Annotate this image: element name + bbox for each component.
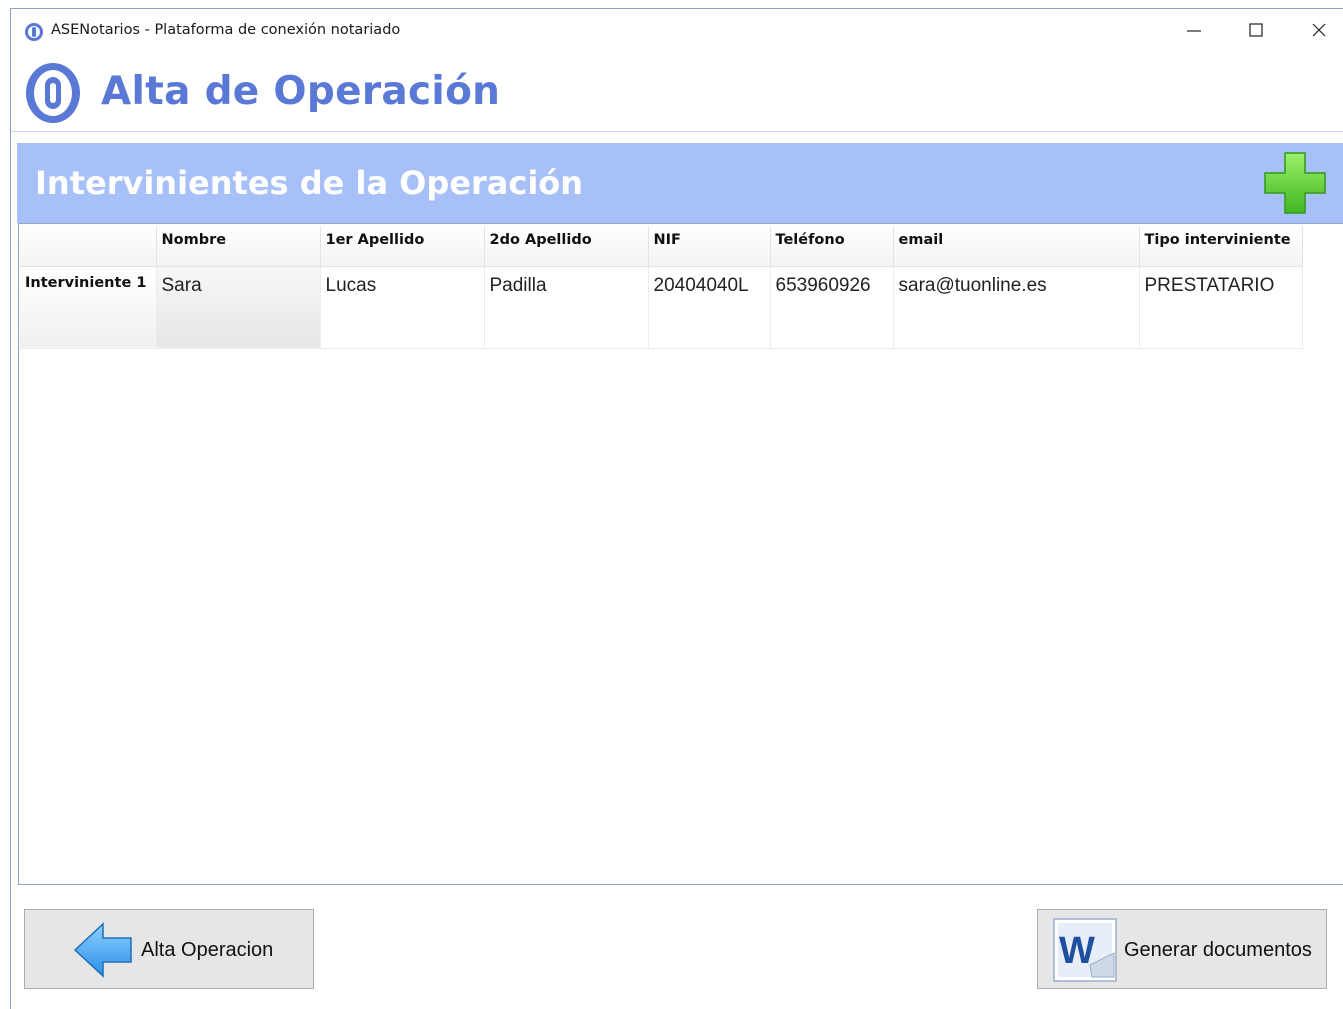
column-header-nif[interactable]: NIF (648, 226, 771, 267)
cell-email[interactable]: sara@tuonline.es (893, 266, 1140, 349)
green-plus-icon[interactable] (1263, 151, 1327, 215)
column-header-tipo[interactable]: Tipo interviniente (1139, 226, 1303, 267)
cell-nif[interactable]: 20404040L (648, 266, 771, 349)
column-header-apellido1[interactable]: 1er Apellido (320, 226, 485, 267)
svg-text:W: W (1059, 930, 1095, 972)
maximize-button[interactable] (1233, 15, 1279, 45)
column-header-email[interactable]: email (893, 226, 1140, 267)
page-title: Alta de Operación (101, 69, 501, 114)
table-header-row: Nombre 1er Apellido 2do Apellido NIF Tel… (20, 226, 1303, 267)
column-header-telefono[interactable]: Teléfono (770, 226, 894, 267)
title-bar[interactable]: ASENotarios - Plataforma de conexión not… (11, 9, 1343, 53)
section-banner: Intervinientes de la Operación (17, 143, 1343, 223)
column-header-corner (20, 226, 157, 267)
close-icon (1312, 23, 1326, 37)
alta-operacion-button[interactable]: Alta Operacion (24, 909, 314, 989)
cell-apellido1[interactable]: Lucas (320, 266, 485, 349)
app-icon (25, 23, 43, 41)
word-document-icon: W (1053, 918, 1117, 982)
column-header-nombre[interactable]: Nombre (156, 226, 321, 267)
cell-telefono[interactable]: 653960926 (770, 266, 894, 349)
minimize-icon (1187, 30, 1201, 32)
header-divider (11, 131, 1343, 132)
row-header[interactable]: Interviniente 1 (20, 266, 157, 349)
generar-documentos-label: Generar documentos (1124, 939, 1312, 961)
close-button[interactable] (1296, 15, 1342, 45)
cell-nombre[interactable]: Sara (156, 266, 321, 349)
cell-apellido2[interactable]: Padilla (484, 266, 649, 349)
cell-tipo[interactable]: PRESTATARIO (1139, 266, 1303, 349)
section-title: Intervinientes de la Operación (35, 164, 584, 202)
generar-documentos-button[interactable]: W Generar documentos (1037, 909, 1327, 989)
window-title: ASENotarios - Plataforma de conexión not… (51, 22, 401, 38)
maximize-icon (1249, 23, 1263, 37)
asenotarios-logo-icon (26, 63, 80, 123)
intervinientes-grid: Nombre 1er Apellido 2do Apellido NIF Tel… (18, 223, 1343, 885)
column-header-apellido2[interactable]: 2do Apellido (484, 226, 649, 267)
blue-left-arrow-icon (73, 922, 132, 978)
intervinientes-table: Nombre 1er Apellido 2do Apellido NIF Tel… (20, 226, 1303, 349)
app-window: ASENotarios - Plataforma de conexión not… (10, 8, 1343, 1009)
minimize-button[interactable] (1171, 15, 1217, 45)
table-row[interactable]: Interviniente 1 Sara Lucas Padilla 20404… (20, 266, 1303, 349)
alta-operacion-label: Alta Operacion (141, 939, 274, 961)
